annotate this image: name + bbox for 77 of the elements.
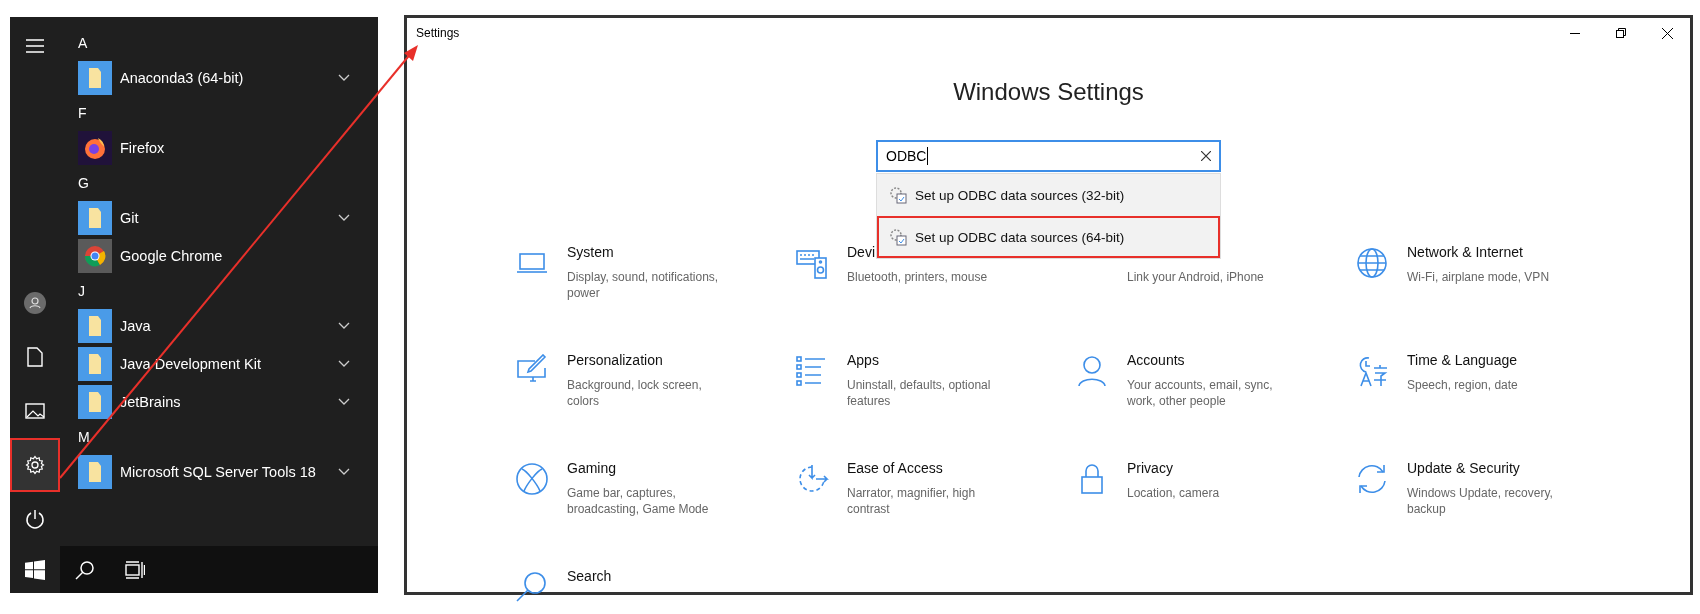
chevron-icon[interactable]	[338, 468, 350, 476]
avatar-icon	[24, 292, 46, 314]
app-name[interactable]: Firefox	[120, 140, 350, 156]
category-title[interactable]: Personalization	[567, 352, 663, 368]
window-title: Settings	[416, 26, 461, 40]
page-heading: Windows Settings	[953, 78, 1144, 106]
category-title[interactable]: Apps	[847, 352, 879, 368]
folder-icon	[78, 385, 112, 419]
person-icon	[1075, 354, 1109, 388]
app-name[interactable]: Java	[120, 318, 330, 334]
app-name[interactable]: JetBrains	[120, 394, 330, 410]
section-letter[interactable]: J	[78, 283, 85, 299]
document-icon	[27, 347, 43, 367]
section-letter[interactable]: M	[78, 429, 90, 445]
category-description: Background, lock screen, colors	[567, 377, 703, 409]
gear-window-icon	[889, 228, 907, 246]
gear-window-icon	[889, 186, 907, 204]
windows-logo-icon[interactable]	[25, 559, 45, 580]
chevron-icon[interactable]	[338, 360, 350, 368]
folder-icon	[78, 455, 112, 489]
power-icon	[25, 509, 45, 529]
search-result[interactable]: Set up ODBC data sources (64-bit)	[877, 216, 1220, 258]
app-name[interactable]: Anaconda3 (64-bit)	[120, 70, 330, 86]
search-result[interactable]: Set up ODBC data sources (32-bit)	[877, 174, 1220, 216]
minimize-icon[interactable]	[1570, 32, 1580, 34]
globe-icon	[1355, 246, 1389, 280]
category-title[interactable]: Gaming	[567, 460, 617, 476]
sync-icon	[1355, 462, 1389, 496]
app-name[interactable]: Microsoft SQL Server Tools 18	[120, 464, 330, 480]
category-title[interactable]: Ease of Access	[847, 460, 943, 476]
category-title[interactable]: Privacy	[1127, 460, 1173, 476]
restore-icon[interactable]	[1616, 28, 1626, 38]
app-name[interactable]: Java Development Kit	[120, 356, 330, 372]
category-description: Wi-Fi, airplane mode, VPN	[1407, 269, 1550, 285]
category-description: Bluetooth, printers, mouse	[847, 269, 988, 285]
category-title[interactable]: Time & Language	[1407, 352, 1517, 368]
category-description: Your accounts, email, sync, work, other people	[1127, 377, 1274, 409]
folder-icon	[78, 201, 112, 235]
category-description: Location, camera	[1127, 485, 1220, 501]
task-view-icon[interactable]	[125, 560, 145, 579]
category-title[interactable]: Update & Security	[1407, 460, 1520, 476]
section-letter[interactable]: F	[78, 105, 87, 121]
browser-icon	[78, 131, 112, 165]
chevron-icon[interactable]	[338, 74, 350, 82]
settings-icon	[25, 455, 45, 475]
category-description: Narrator, magnifier, high contrast	[847, 485, 977, 517]
category-description: Display, sound, notifications, power	[567, 269, 720, 301]
chevron-icon[interactable]	[338, 214, 350, 222]
close-icon[interactable]	[1201, 151, 1211, 161]
category-title[interactable]: Devi	[847, 244, 875, 260]
picture-icon	[25, 403, 45, 419]
category-title[interactable]: Accounts	[1127, 352, 1185, 368]
category-description: Speech, region, date	[1407, 377, 1518, 393]
app-name[interactable]: Git	[120, 210, 330, 226]
circle-x-icon	[515, 462, 549, 496]
folder-icon	[78, 347, 112, 381]
close-icon[interactable]	[1661, 27, 1673, 39]
app-name[interactable]: Google Chrome	[120, 248, 350, 264]
section-letter[interactable]: A	[78, 35, 88, 51]
settings-button[interactable]	[10, 438, 60, 492]
menu-icon	[26, 39, 44, 53]
category-title[interactable]: Network & Internet	[1407, 244, 1523, 260]
folder-icon	[78, 61, 112, 95]
chevron-icon[interactable]	[338, 322, 350, 330]
category-description: Windows Update, recovery, backup	[1407, 485, 1554, 517]
category-title[interactable]: System	[567, 244, 614, 260]
search-field[interactable]: ODBC	[876, 140, 1221, 172]
browser-icon	[78, 239, 112, 273]
category-description: Uninstall, defaults, optional features	[847, 377, 992, 409]
category-title[interactable]: Search	[567, 568, 612, 584]
search-icon	[515, 570, 549, 604]
chevron-icon[interactable]	[338, 398, 350, 406]
category-description: Game bar, captures, broadcasting, Game Mode	[567, 485, 710, 517]
section-letter[interactable]: G	[78, 175, 89, 191]
category-description: Link your Android, iPhone	[1127, 269, 1264, 285]
folder-icon	[78, 309, 112, 343]
search-icon[interactable]	[75, 559, 95, 580]
